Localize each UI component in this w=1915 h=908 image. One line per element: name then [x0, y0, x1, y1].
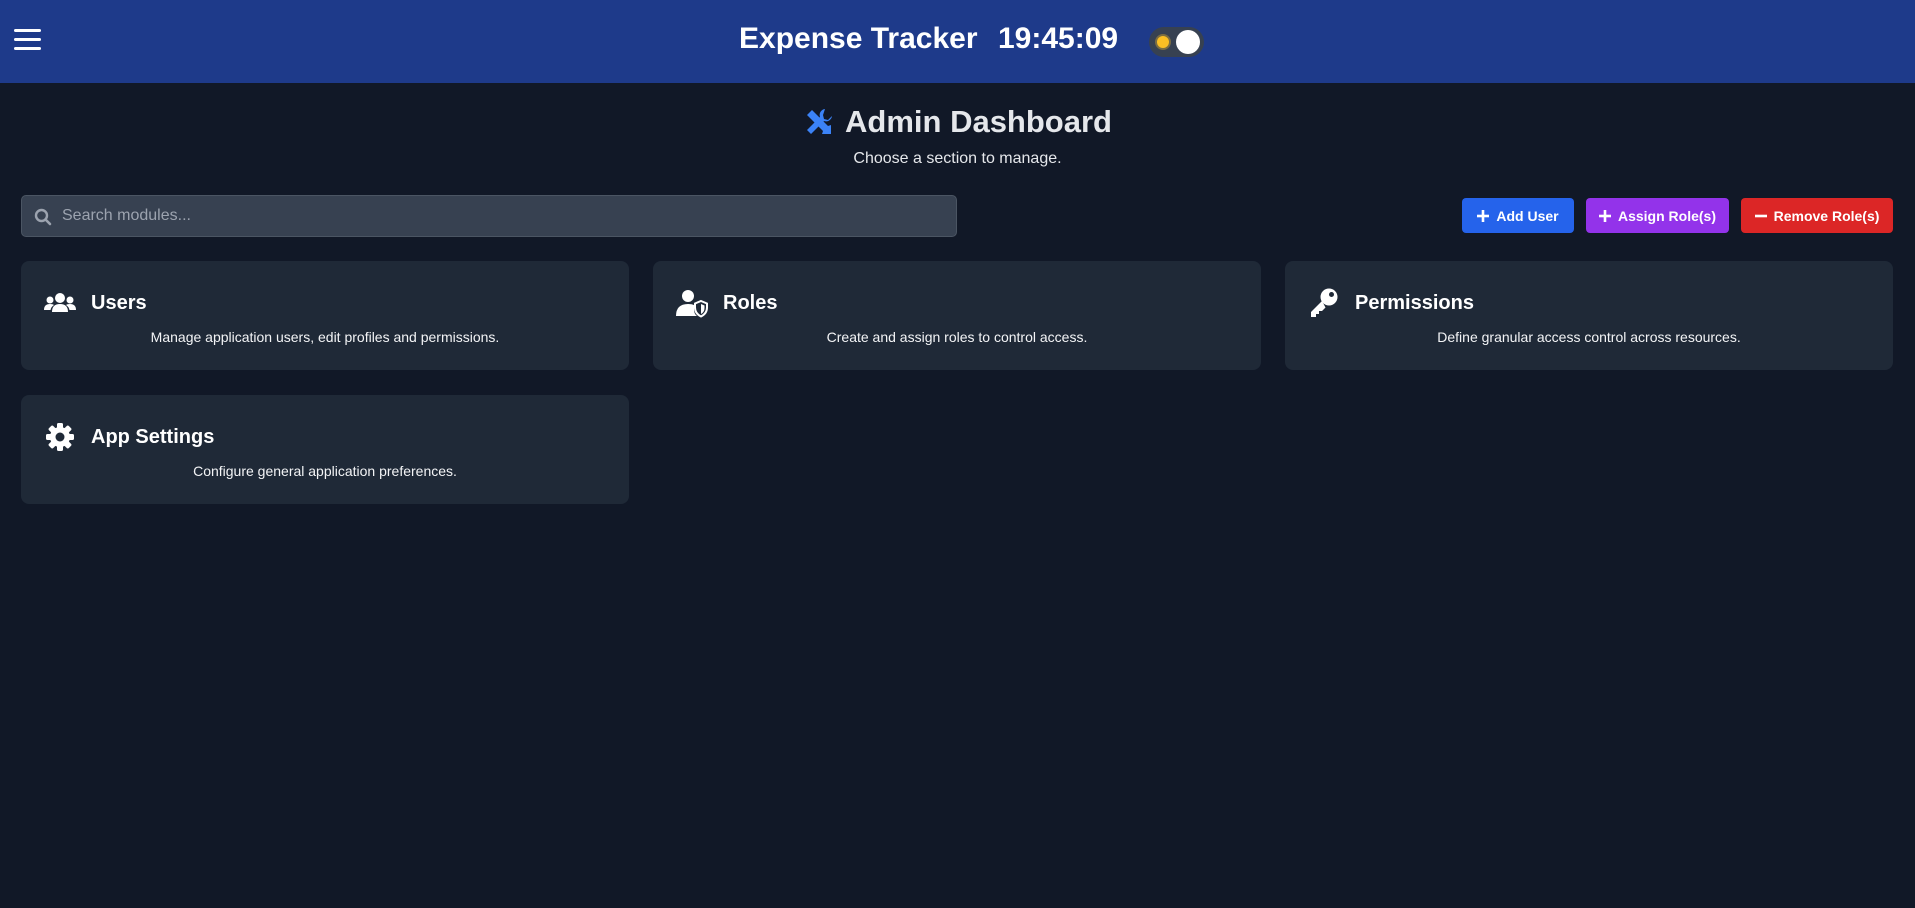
card-title: Roles — [723, 292, 778, 314]
plus-icon — [1477, 209, 1490, 222]
top-bar: Expense Tracker 19:45:09 — [0, 0, 1915, 83]
add-user-button[interactable]: Add User — [1462, 198, 1574, 233]
remove-roles-label: Remove Role(s) — [1773, 207, 1880, 224]
search-icon — [34, 208, 52, 226]
gear-icon — [46, 423, 74, 451]
page-subtitle: Choose a section to manage. — [853, 150, 1062, 167]
assign-roles-button[interactable]: Assign Role(s) — [1586, 198, 1729, 233]
user-shield-icon — [676, 290, 708, 318]
search-box — [21, 195, 957, 237]
app-title: Expense Tracker — [739, 22, 978, 55]
tools-icon — [807, 109, 833, 134]
search-input[interactable] — [62, 196, 942, 236]
remove-roles-button[interactable]: Remove Role(s) — [1741, 198, 1893, 233]
add-user-label: Add User — [1496, 207, 1559, 224]
card-permissions[interactable]: Permissions Define granular access contr… — [1285, 261, 1893, 370]
page-heading: Admin Dashboard — [0, 104, 1915, 143]
minus-icon — [1754, 214, 1767, 217]
clock: 19:45:09 — [998, 22, 1119, 55]
card-description: Define granular access control across re… — [1437, 329, 1741, 345]
plus-icon — [1598, 209, 1611, 222]
card-title: App Settings — [91, 426, 215, 448]
card-description: Manage application users, edit profiles … — [150, 329, 500, 345]
users-icon — [44, 293, 76, 312]
card-users[interactable]: Users Manage application users, edit pro… — [21, 261, 629, 370]
page-title: Admin Dashboard — [845, 104, 1112, 139]
card-title: Users — [91, 292, 147, 314]
key-icon — [1311, 288, 1338, 317]
card-app-settings[interactable]: App Settings Configure general applicati… — [21, 395, 629, 504]
card-description: Create and assign roles to control acces… — [826, 329, 1088, 345]
card-description: Configure general application preference… — [193, 463, 457, 479]
theme-toggle[interactable] — [1149, 27, 1204, 57]
hamburger-menu-icon[interactable] — [14, 29, 41, 51]
assign-roles-label: Assign Role(s) — [1617, 207, 1716, 224]
sun-icon — [1157, 36, 1169, 48]
card-title: Permissions — [1355, 292, 1474, 314]
card-roles[interactable]: Roles Create and assign roles to control… — [653, 261, 1261, 370]
toggle-knob — [1176, 30, 1200, 54]
